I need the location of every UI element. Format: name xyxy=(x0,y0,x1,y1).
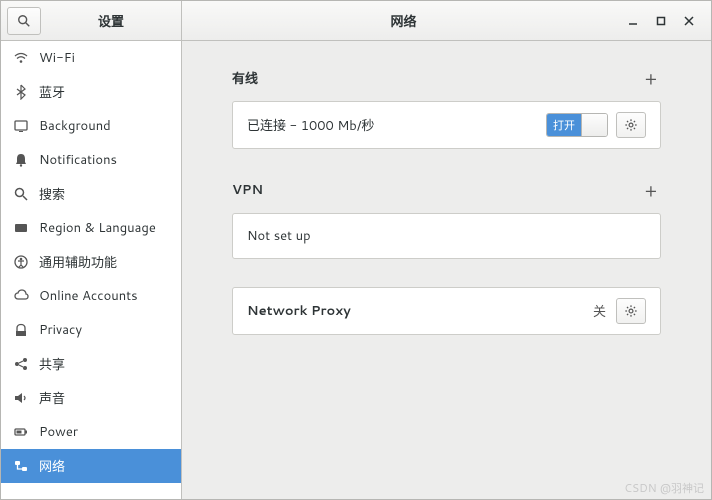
sidebar-item-sound[interactable]: 声音 xyxy=(1,381,181,415)
privacy-icon xyxy=(13,322,29,338)
wifi-icon xyxy=(13,50,29,66)
sidebar-item-label: Background xyxy=(39,117,111,135)
sidebar-item-label: 声音 xyxy=(39,388,65,408)
wired-title: 有线 xyxy=(232,68,258,88)
accessibility-icon xyxy=(13,254,29,270)
sidebar-item-label: 搜索 xyxy=(39,184,65,204)
wired-panel: 已连接 - 1000 Mb/秒 打开 xyxy=(232,101,661,149)
close-button[interactable] xyxy=(681,13,697,29)
sidebar-item-privacy[interactable]: Privacy xyxy=(1,313,181,347)
region-icon xyxy=(13,220,29,236)
search-button[interactable] xyxy=(7,7,41,35)
gear-icon xyxy=(624,304,638,318)
search-icon xyxy=(13,186,29,202)
sidebar-item-power[interactable]: Power xyxy=(1,415,181,449)
sidebar-item-label: 通用辅助功能 xyxy=(39,252,117,272)
sidebar-item-region[interactable]: Region & Language xyxy=(1,211,181,245)
wired-row: 已连接 - 1000 Mb/秒 打开 xyxy=(233,102,660,148)
bell-icon xyxy=(13,152,29,168)
sidebar-item-label: Notifications xyxy=(39,151,117,169)
sidebar-item-label: Power xyxy=(39,423,78,441)
search-icon xyxy=(17,14,31,28)
sidebar: Wi-Fi 蓝牙 Background Notifications 搜索 Reg… xyxy=(1,41,182,499)
add-wired-button[interactable]: + xyxy=(641,65,661,91)
minimize-icon xyxy=(628,16,638,26)
wired-settings-button[interactable] xyxy=(616,112,646,138)
minimize-button[interactable] xyxy=(625,13,641,29)
background-icon xyxy=(13,118,29,134)
content-area: 有线 + 已连接 - 1000 Mb/秒 打开 VPN + xyxy=(182,41,711,499)
sidebar-item-label: Online Accounts xyxy=(39,287,138,305)
share-icon xyxy=(13,356,29,372)
proxy-label: Network Proxy xyxy=(247,302,593,320)
toggle-knob xyxy=(581,114,607,136)
watermark: CSDN @羽神记 xyxy=(624,480,704,496)
maximize-button[interactable] xyxy=(653,13,669,29)
sidebar-item-sharing[interactable]: 共享 xyxy=(1,347,181,381)
maximize-icon xyxy=(656,16,666,26)
sidebar-item-network[interactable]: 网络 xyxy=(1,449,181,483)
network-icon xyxy=(13,458,29,474)
speaker-icon xyxy=(13,390,29,406)
titlebar-left: 设置 xyxy=(1,1,182,40)
gear-icon xyxy=(624,118,638,132)
sidebar-item-wifi[interactable]: Wi-Fi xyxy=(1,41,181,75)
sidebar-item-label: 共享 xyxy=(39,354,65,374)
wired-status: 已连接 - 1000 Mb/秒 xyxy=(247,115,546,135)
toggle-on-label: 打开 xyxy=(547,114,581,136)
proxy-row[interactable]: Network Proxy 关 xyxy=(233,288,660,334)
proxy-settings-button[interactable] xyxy=(616,298,646,324)
sidebar-item-label: 蓝牙 xyxy=(39,82,65,102)
bluetooth-icon xyxy=(13,84,29,100)
titlebar-right: 网络 xyxy=(182,1,711,40)
sidebar-title: 设置 xyxy=(41,11,181,31)
vpn-status: Not set up xyxy=(247,227,646,245)
window-body: Wi-Fi 蓝牙 Background Notifications 搜索 Reg… xyxy=(1,41,711,499)
proxy-status: 关 xyxy=(593,301,606,321)
sidebar-item-label: Region & Language xyxy=(39,219,156,237)
wired-toggle[interactable]: 打开 xyxy=(546,113,608,137)
vpn-section-header: VPN + xyxy=(232,177,661,203)
sidebar-item-notifications[interactable]: Notifications xyxy=(1,143,181,177)
power-icon xyxy=(13,424,29,440)
close-icon xyxy=(684,16,694,26)
vpn-row: Not set up xyxy=(233,214,660,258)
add-vpn-button[interactable]: + xyxy=(641,177,661,203)
sidebar-item-background[interactable]: Background xyxy=(1,109,181,143)
sidebar-item-online-accounts[interactable]: Online Accounts xyxy=(1,279,181,313)
vpn-title: VPN xyxy=(232,181,263,199)
cloud-icon xyxy=(13,288,29,304)
proxy-panel: Network Proxy 关 xyxy=(232,287,661,335)
window-controls xyxy=(625,13,711,29)
sidebar-item-search[interactable]: 搜索 xyxy=(1,177,181,211)
sidebar-item-label: Wi-Fi xyxy=(39,49,75,67)
sidebar-item-label: Privacy xyxy=(39,321,82,339)
vpn-panel: Not set up xyxy=(232,213,661,259)
settings-window: 设置 网络 Wi-Fi 蓝牙 Background xyxy=(0,0,712,500)
sidebar-item-bluetooth[interactable]: 蓝牙 xyxy=(1,75,181,109)
sidebar-item-label: 网络 xyxy=(39,456,65,476)
sidebar-item-accessibility[interactable]: 通用辅助功能 xyxy=(1,245,181,279)
wired-section-header: 有线 + xyxy=(232,65,661,91)
page-title: 网络 xyxy=(182,11,625,31)
titlebar: 设置 网络 xyxy=(1,1,711,41)
